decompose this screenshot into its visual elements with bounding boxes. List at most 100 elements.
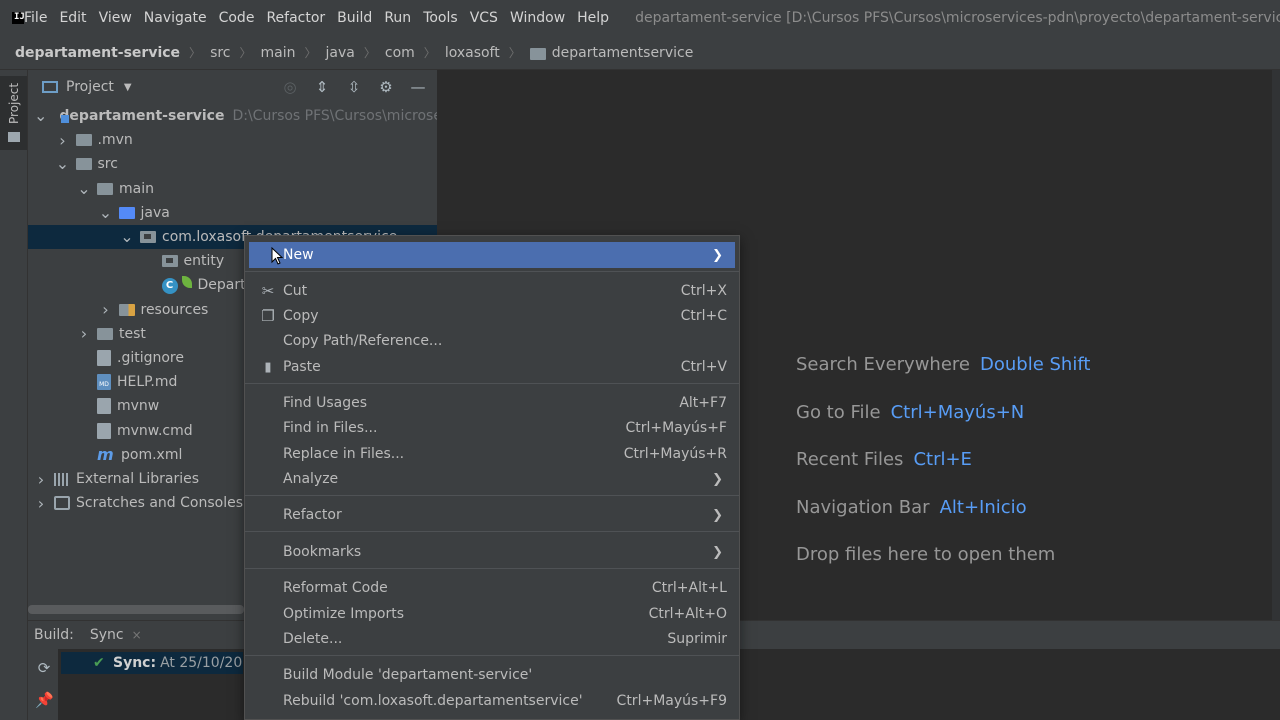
tree-item-label: mvnw — [117, 398, 160, 415]
menu-item-paste[interactable]: ▮ Paste Ctrl+V — [249, 354, 735, 380]
tree-item[interactable]: ⌄ main — [28, 177, 437, 201]
chevron-right-icon[interactable]: › — [99, 300, 113, 319]
menu-item-label: Find Usages — [283, 395, 368, 411]
editor-hint: Recent Files Ctrl+E — [796, 449, 1090, 497]
breadcrumb-item[interactable]: java — [326, 45, 355, 61]
breadcrumb-item[interactable]: loxasoft — [445, 45, 500, 61]
folder-icon — [8, 132, 20, 142]
refresh-icon[interactable]: ⟳ — [35, 659, 53, 677]
collapse-all-icon[interactable]: ⇳ — [343, 76, 365, 98]
menu-item-bookmarks[interactable]: Bookmarks ❯ — [249, 539, 735, 565]
build-label: Build: — [34, 627, 74, 643]
menu-separator — [245, 383, 739, 384]
breadcrumb-item[interactable]: departamentservice — [552, 45, 694, 61]
menu-item-find-in-files[interactable]: Find in Files... Ctrl+Mayús+F — [249, 415, 735, 441]
gear-icon[interactable]: ⚙ — [375, 76, 397, 98]
chevron-right-icon[interactable]: › — [77, 324, 91, 343]
maven-icon: m — [97, 444, 114, 464]
minimize-icon[interactable]: — — [407, 76, 429, 98]
mouse-cursor-icon — [271, 247, 283, 265]
horizontal-scrollbar[interactable] — [28, 605, 244, 614]
close-icon[interactable]: × — [132, 628, 142, 642]
tree-item-label: src — [97, 156, 118, 173]
hint-shortcut: Double Shift — [980, 354, 1091, 375]
menu-item-shortcut: Ctrl+X — [680, 283, 727, 299]
chevron-down-icon[interactable]: ⌄ — [34, 108, 47, 124]
menu-tools[interactable]: Tools — [417, 0, 464, 36]
breadcrumb-item[interactable]: src — [210, 45, 230, 61]
menu-item-analyze[interactable]: Analyze ❯ — [249, 466, 735, 492]
chevron-down-icon[interactable]: ⌄ — [99, 204, 113, 220]
menu-code[interactable]: Code — [213, 0, 261, 36]
menu-item-find-usages[interactable]: Find Usages Alt+F7 — [249, 390, 735, 416]
chevron-right-icon[interactable]: › — [34, 470, 48, 489]
menu-item-new[interactable]: New ❯ — [249, 242, 735, 268]
tree-item[interactable]: ⌄ departament-service D:\Cursos PFS\Cursos… — [28, 104, 468, 128]
menu-item-delete[interactable]: Delete... Suprimir — [249, 626, 735, 652]
menu-item-shortcut: Ctrl+C — [680, 308, 727, 324]
menu-view[interactable]: View — [93, 0, 138, 36]
chevron-down-icon[interactable]: ▼ — [124, 82, 132, 93]
breadcrumb-separator-icon: 〉 — [239, 46, 252, 60]
breadcrumb-item[interactable]: com — [385, 45, 415, 61]
class-icon: C — [161, 278, 178, 295]
menu-item-refactor[interactable]: Refactor ❯ — [249, 502, 735, 528]
sync-result-row[interactable]: ✔ Sync: At 25/10/2022 — [61, 652, 243, 674]
vertical-scrollbar[interactable] — [1272, 70, 1280, 620]
menu-item-cut[interactable]: ✂ Cut Ctrl+X — [249, 278, 735, 304]
breadcrumb-item[interactable]: departament-service — [15, 45, 180, 61]
menu-item-reformat-code[interactable]: Reformat Code Ctrl+Alt+L — [249, 575, 735, 601]
menu-item-shortcut: Ctrl+Mayús+R — [623, 446, 727, 462]
breadcrumb-item[interactable]: main — [261, 45, 296, 61]
tree-item[interactable]: ⌄ src — [28, 152, 437, 176]
markdown-file-icon: MD — [97, 374, 111, 391]
tree-item-label: External Libraries — [76, 471, 199, 487]
menu-build[interactable]: Build — [331, 0, 378, 36]
menu-bar: IJ File Edit View Navigate Code Refactor Build… — [0, 0, 1280, 36]
chevron-down-icon[interactable]: ⌄ — [56, 156, 70, 172]
tree-item[interactable]: ⌄ java — [28, 201, 437, 225]
menu-item-label: Delete... — [283, 631, 343, 647]
hint-shortcut: Ctrl+E — [913, 449, 972, 470]
chevron-right-icon[interactable]: › — [34, 494, 48, 513]
tree-item-label: java — [140, 204, 170, 221]
chevron-right-icon: ❯ — [712, 544, 723, 560]
tab-sync[interactable]: Sync — [90, 627, 124, 643]
project-tool-tab[interactable]: Project — [0, 76, 27, 150]
menu-vcs[interactable]: VCS — [464, 0, 504, 36]
tree-item-label: HELP.md — [117, 374, 178, 391]
menu-item-replace-in-files[interactable]: Replace in Files... Ctrl+Mayús+R — [249, 441, 735, 467]
locate-icon[interactable]: ◎ — [279, 76, 301, 98]
menu-item-label: Replace in Files... — [283, 446, 405, 462]
menu-item-optimize-imports[interactable]: Optimize Imports Ctrl+Alt+O — [249, 601, 735, 627]
menu-separator — [245, 568, 739, 569]
chevron-down-icon[interactable]: ⌄ — [77, 180, 91, 196]
menu-window[interactable]: Window — [504, 0, 571, 36]
menu-item-build-module-departament-service[interactable]: Build Module 'departament-service' — [249, 662, 735, 688]
menu-item-copy-path-reference[interactable]: Copy Path/Reference... — [249, 328, 735, 354]
tree-item-label: .gitignore — [117, 350, 184, 366]
folder-icon — [75, 158, 92, 171]
chevron-down-icon[interactable]: ⌄ — [120, 229, 134, 245]
chevron-right-icon: ❯ — [712, 247, 723, 263]
scissors-icon: ✂ — [261, 282, 275, 300]
menu-item-shortcut: Alt+F7 — [679, 395, 727, 411]
menu-run[interactable]: Run — [378, 0, 417, 36]
menu-item-label: Bookmarks — [283, 544, 362, 560]
chevron-right-icon[interactable]: › — [56, 131, 70, 150]
expand-all-icon[interactable]: ⇕ — [311, 76, 333, 98]
project-panel-title[interactable]: Project — [66, 79, 114, 95]
menu-help[interactable]: Help — [571, 0, 615, 36]
menu-item-rebuild-com-loxasoft-departamentservice[interactable]: Rebuild 'com.loxasoft.departamentservice… — [249, 688, 735, 714]
build-side-toolbar: ⟳ 📌 — [28, 649, 58, 720]
copy-icon: ❐ — [261, 307, 275, 325]
package-icon — [529, 47, 546, 60]
menu-edit[interactable]: Edit — [53, 0, 92, 36]
menu-refactor[interactable]: Refactor — [260, 0, 331, 36]
editor-hint: Search Everywhere Double Shift — [796, 354, 1090, 402]
menu-navigate[interactable]: Navigate — [138, 0, 213, 36]
menu-item-copy[interactable]: ❐ Copy Ctrl+C — [249, 303, 735, 329]
pin-icon[interactable]: 📌 — [35, 691, 54, 709]
menu-item-label: Analyze — [283, 471, 339, 487]
tree-item[interactable]: › .mvn — [28, 128, 437, 152]
